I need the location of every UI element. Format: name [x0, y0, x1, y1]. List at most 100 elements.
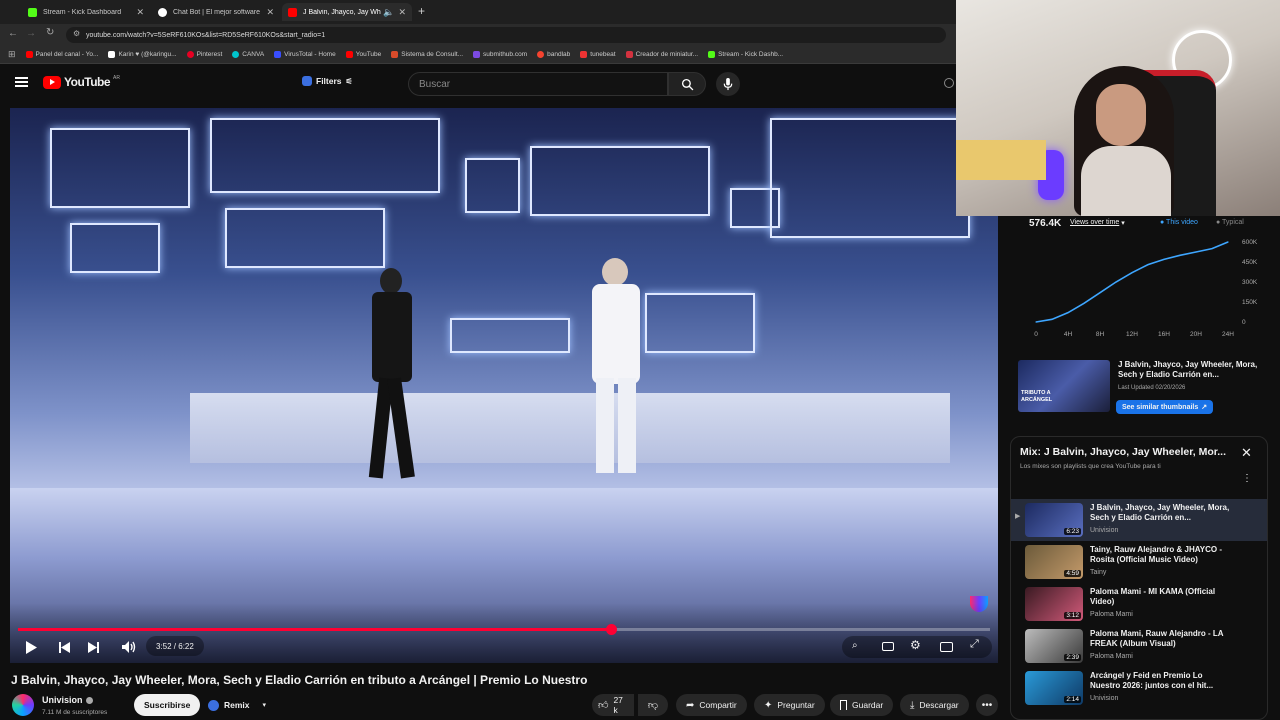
led-panel [530, 146, 710, 216]
bookmark[interactable]: bandlab [537, 51, 570, 58]
bookmark[interactable]: Karin ♥ (@karingu... [108, 51, 177, 58]
youtube-logo[interactable]: YouTube AR [43, 75, 120, 89]
legend-this-video: ● This video [1160, 219, 1198, 226]
subtitles-icon[interactable] [882, 642, 894, 651]
views-point [1163, 258, 1165, 260]
logo-text: YouTube [64, 75, 111, 89]
forward-icon[interactable]: → [26, 28, 36, 39]
see-similar-thumbnails-button[interactable]: See similar thumbnails ↗ [1116, 400, 1214, 414]
more-actions-button[interactable]: ••• [976, 694, 998, 716]
bookmark[interactable]: submithub.com [473, 51, 527, 58]
fullscreen-icon[interactable]: ⤢ [970, 638, 979, 651]
volume-button[interactable] [120, 638, 138, 656]
legend-this-label: This video [1166, 219, 1198, 226]
subscribe-button[interactable]: Suscribirse [134, 694, 201, 716]
mix-duration: 2:39 [1064, 654, 1081, 661]
video-player[interactable]: 3:52 / 6:22 ⌕ ⚙ ⤢ [10, 108, 998, 663]
mix-thumbnail: 6:23 [1025, 503, 1083, 537]
back-icon[interactable]: ← [8, 28, 18, 39]
metric-dropdown[interactable]: Views over time ▾ [1070, 219, 1125, 227]
chevron-down-icon: ▾ [262, 702, 267, 709]
bookmarks-bar: ⊞ Panel del canal - Yo... Karin ♥ (@kari… [0, 46, 956, 64]
views-line [1035, 241, 1229, 323]
ask-button[interactable]: ✦ Preguntar [754, 694, 825, 716]
thumbnail-card-title: J Balvin, Jhayco, Jay Wheeler, Mora, Sec… [1118, 360, 1258, 379]
browser-tab-active[interactable]: J Balvin, Jhayco, Jay Wheele 🔈 ✕ [282, 3, 412, 21]
browser-tab[interactable]: Stream - Kick Dashboard ✕ [22, 3, 150, 21]
progress-bar[interactable] [18, 624, 990, 635]
url-field[interactable]: ⚙ youtube.com/watch?v=5SeRF610KOs&list=R… [66, 27, 946, 43]
mix-item-current[interactable]: ▶ 6:23 J Balvin, Jhayco, Jay Wheeler, Mo… [1011, 499, 1267, 541]
like-button[interactable]: 👍︎ 27 k [592, 694, 634, 716]
browser-tab[interactable]: Chat Bot | El mejor software pa ✕ [152, 3, 280, 21]
speaker-icon[interactable]: 🔈 [383, 7, 394, 18]
bookmark[interactable]: tunebeat [580, 51, 616, 58]
new-tab-icon[interactable]: + [418, 4, 425, 18]
reload-icon[interactable]: ↻ [46, 27, 54, 38]
bookmark[interactable]: Panel del canal - Yo... [25, 51, 98, 58]
mix-item[interactable]: 2:14 Arcángel y Feid en Premio Lo Nuestr… [1011, 671, 1267, 711]
close-icon[interactable]: ✕ [136, 7, 144, 18]
progress-scrubber[interactable] [605, 624, 617, 635]
mix-item[interactable]: 4:59 Tainy, Rauw Alejandro & JHAYCO - Ro… [1011, 545, 1267, 585]
metric-label: Views over time [1070, 219, 1120, 226]
views-point [1131, 272, 1133, 274]
mix-item[interactable]: 2:39 Paloma Mami, Rauw Alejandro - LA FR… [1011, 629, 1267, 669]
bookmark-label: tunebeat [590, 51, 616, 58]
bookmark[interactable]: Sistema de Consult... [391, 51, 463, 58]
chevron-down-icon: ▾ [1121, 220, 1125, 227]
bookmark[interactable]: Pinterest [186, 51, 222, 58]
search-input[interactable]: Buscar [408, 72, 668, 96]
channel-avatar[interactable] [12, 694, 34, 716]
filters-button[interactable]: Filters ⚟ [302, 76, 353, 86]
mix-thumbnail: 3:12 [1025, 587, 1083, 621]
apps-icon[interactable]: ⊞ [8, 49, 16, 60]
region-code: AR [113, 75, 120, 81]
miniplayer-icon[interactable] [940, 642, 953, 652]
zoom-icon[interactable]: ⌕ [852, 640, 858, 651]
channel-name[interactable]: Univision [42, 695, 93, 705]
download-button[interactable]: ⤓ Descargar [900, 694, 969, 716]
share-button[interactable]: ➦ Compartir [676, 694, 747, 716]
remix-button[interactable]: Remix ▾ [204, 694, 276, 716]
voice-search-button[interactable] [716, 72, 740, 96]
views-point [1115, 281, 1117, 283]
bookmark[interactable]: Stream - Kick Dashb... [708, 51, 783, 58]
bookmark[interactable]: YouTube [345, 51, 381, 58]
bookmark-label: CANVA [242, 51, 265, 58]
legend-typical-label: Typical [1222, 219, 1244, 226]
bookmark[interactable]: VirusTotal - Home [274, 51, 336, 58]
thumbnail-card-updated: Last Updated 02/20/2026 [1118, 385, 1186, 391]
extension-icon[interactable] [944, 78, 954, 88]
mix-item-channel: Univision [1090, 695, 1119, 702]
now-playing-icon: ▶ [1015, 513, 1021, 520]
next-button[interactable] [84, 638, 102, 656]
dislike-button[interactable]: 👎︎ [638, 694, 668, 716]
skip-next-icon [87, 641, 99, 653]
bookmark[interactable]: CANVA [232, 51, 264, 58]
bookmark[interactable]: Creador de miniatur... [625, 51, 698, 58]
menu-icon[interactable] [15, 77, 28, 87]
settings-icon[interactable]: ⚙ [910, 638, 921, 652]
mix-item-title: J Balvin, Jhayco, Jay Wheeler, Mora, Sec… [1090, 503, 1230, 522]
search-button[interactable] [668, 72, 706, 96]
close-icon[interactable]: ✕ [398, 7, 406, 18]
save-label: Guardar [852, 700, 884, 710]
progress-fill [18, 628, 611, 631]
previous-button[interactable] [55, 638, 73, 656]
close-icon[interactable]: ✕ [1241, 445, 1252, 461]
streamer-body [1081, 146, 1171, 216]
save-button[interactable]: Guardar [830, 694, 894, 716]
more-vertical-icon[interactable]: ⋮ [1242, 474, 1252, 484]
play-button[interactable] [22, 638, 40, 656]
mix-subtitle: Los mixes son playlists que crea YouTube… [1020, 463, 1161, 470]
close-icon[interactable]: ✕ [266, 7, 274, 18]
stage-wall [190, 393, 950, 463]
mix-item-title: Arcángel y Feid en Premio Lo Nuestro 202… [1090, 671, 1214, 690]
site-info-icon[interactable]: ⚙ [73, 29, 80, 38]
views-point [1035, 321, 1037, 323]
webcam-overlay [956, 0, 1280, 216]
mix-item[interactable]: 3:12 Paloma Mami - MI KAMA (Official Vid… [1011, 587, 1267, 627]
thumbnail-image[interactable]: TRIBUTO A ARCÁNGEL [1018, 360, 1110, 412]
submithub-icon [473, 51, 481, 58]
